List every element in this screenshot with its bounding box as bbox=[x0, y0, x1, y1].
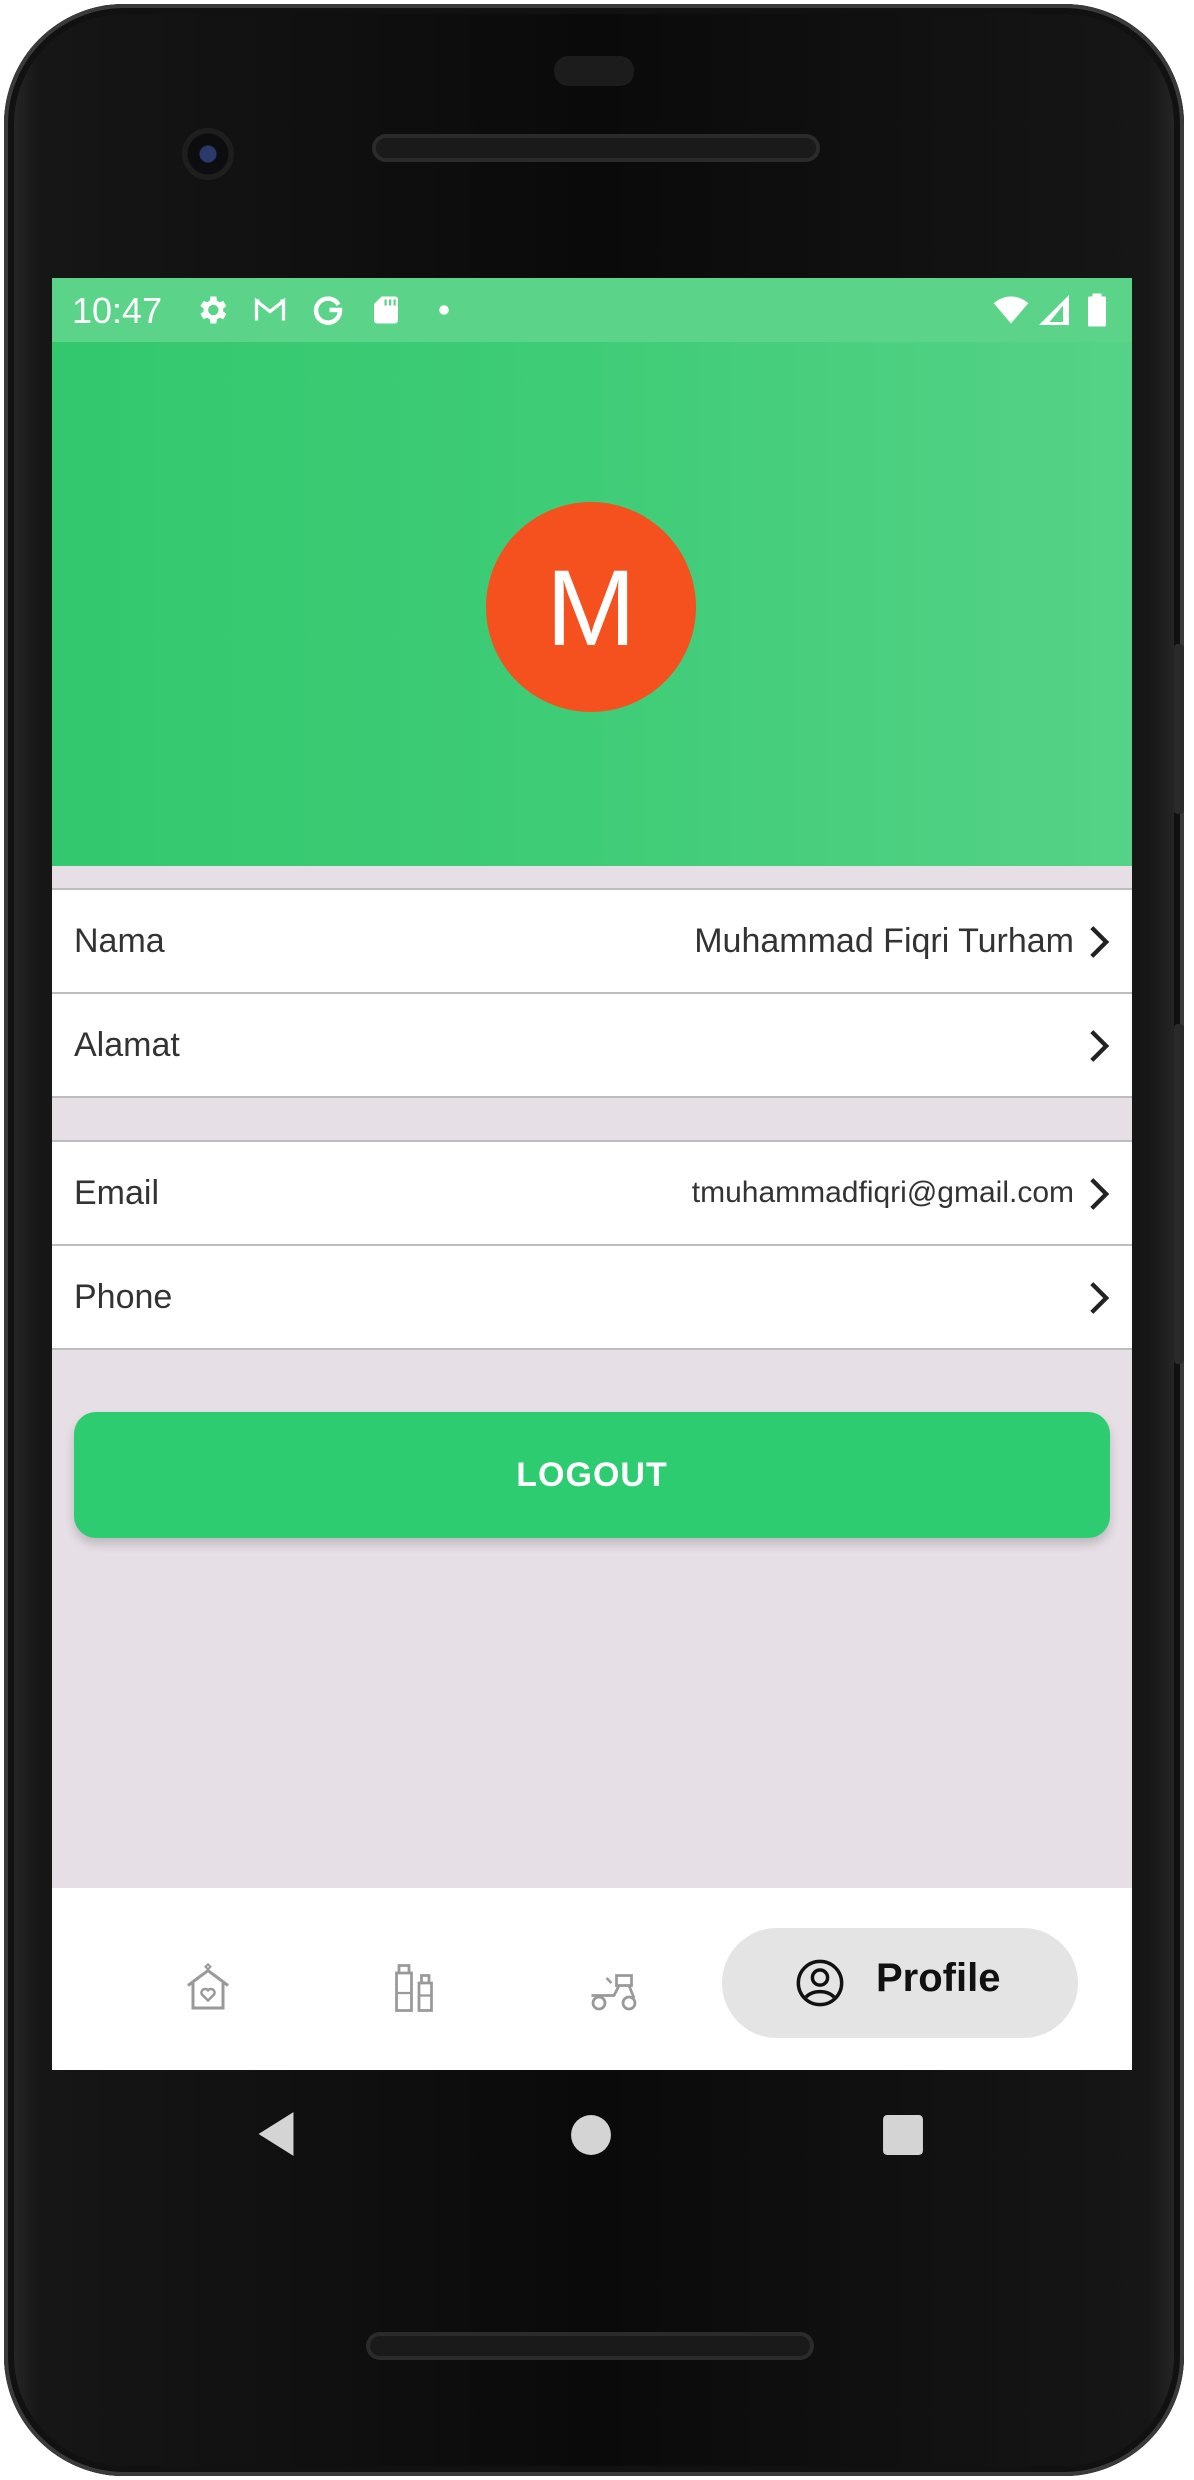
chevron-right-icon bbox=[1090, 926, 1110, 958]
signal-icon bbox=[1039, 295, 1069, 325]
gear-icon bbox=[200, 296, 227, 324]
chevron-right-icon bbox=[1090, 1282, 1110, 1314]
volume-button bbox=[1174, 1024, 1184, 1364]
logout-button[interactable]: LOGOUT bbox=[74, 1412, 1110, 1538]
row-email[interactable]: Email tmuhammadfiqri@gmail.com bbox=[52, 1140, 1132, 1244]
sensor bbox=[554, 56, 634, 86]
row-label: Alamat bbox=[74, 1025, 180, 1064]
front-camera bbox=[182, 128, 234, 180]
earpiece-speaker bbox=[372, 134, 820, 162]
recents-icon[interactable] bbox=[882, 2114, 924, 2156]
status-bar: 10:47 bbox=[52, 278, 1132, 342]
battery-icon bbox=[1088, 293, 1106, 327]
products-icon[interactable] bbox=[384, 1958, 444, 2018]
dot-icon bbox=[439, 305, 449, 315]
delivery-icon[interactable] bbox=[584, 1958, 644, 2018]
avatar[interactable]: M bbox=[486, 502, 696, 712]
home-circle-icon[interactable] bbox=[570, 2114, 612, 2156]
profile-header: M bbox=[52, 342, 1132, 866]
row-label: Email bbox=[74, 1173, 160, 1212]
app-screen: 10:47 M Nama Muhammad Fiqri Turham Alama… bbox=[52, 278, 1132, 2070]
back-icon[interactable] bbox=[254, 2110, 298, 2158]
row-value: tmuhammadfiqri@gmail.com bbox=[691, 1176, 1074, 1209]
profile-icon bbox=[796, 1959, 844, 2007]
row-value: Muhammad Fiqri Turham bbox=[694, 921, 1074, 960]
nav-profile-tab[interactable]: Profile bbox=[722, 1928, 1078, 2038]
google-icon bbox=[313, 296, 343, 325]
bottom-speaker bbox=[366, 2332, 814, 2360]
row-alamat[interactable]: Alamat bbox=[52, 992, 1132, 1098]
gmail-icon bbox=[254, 297, 286, 321]
row-label: Phone bbox=[74, 1277, 173, 1316]
wifi-icon bbox=[993, 296, 1029, 324]
row-phone[interactable]: Phone bbox=[52, 1244, 1132, 1350]
sd-card-icon bbox=[374, 296, 398, 324]
chevron-right-icon bbox=[1090, 1178, 1110, 1210]
power-button bbox=[1174, 644, 1184, 814]
chevron-right-icon bbox=[1090, 1030, 1110, 1062]
nav-profile-label: Profile bbox=[876, 1956, 1001, 2000]
status-time: 10:47 bbox=[72, 290, 163, 331]
row-nama[interactable]: Nama Muhammad Fiqri Turham bbox=[52, 888, 1132, 992]
bottom-navigation: Profile bbox=[52, 1888, 1132, 2070]
row-label: Nama bbox=[74, 921, 165, 960]
home-icon[interactable] bbox=[178, 1958, 238, 2018]
